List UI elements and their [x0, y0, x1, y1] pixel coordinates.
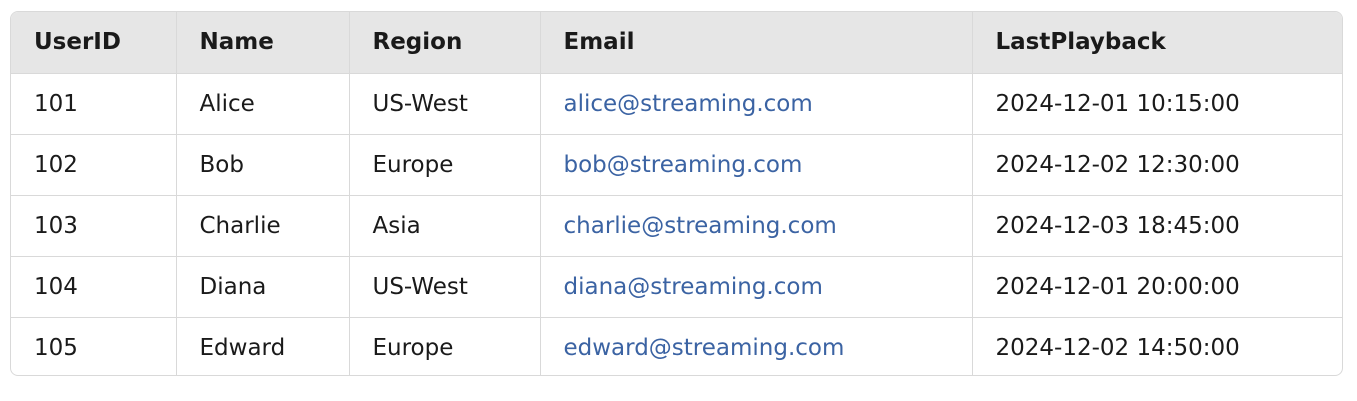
cell-region: US-West: [349, 73, 541, 135]
cell-name: Diana: [176, 256, 350, 318]
cell-lastplayback: 2024-12-01 20:00:00: [972, 256, 1342, 318]
cell-email-link[interactable]: bob@streaming.com: [540, 134, 973, 196]
cell-lastplayback: 2024-12-02 12:30:00: [972, 134, 1342, 196]
data-table: UserID Name Region Email LastPlayback 10…: [11, 12, 1342, 375]
cell-name: Charlie: [176, 195, 350, 257]
cell-lastplayback: 2024-12-02 14:50:00: [995, 334, 1240, 361]
cell-userid: 101: [11, 73, 177, 135]
column-header-region: Region: [349, 12, 541, 74]
cell-email-link[interactable]: alice@streaming.com: [540, 73, 973, 135]
cell-region: Asia: [349, 195, 541, 257]
cell-lastplayback: 2024-12-01 10:15:00: [972, 73, 1342, 135]
cell-lastplayback: 2024-12-03 18:45:00: [972, 195, 1342, 257]
cell-name: Alice: [176, 73, 350, 135]
cell-region: US-West: [349, 256, 541, 318]
cell-name: Edward: [176, 317, 350, 375]
header-row: UserID Name Region Email LastPlayback: [11, 12, 1342, 74]
table-row: 104 Diana US-West diana@streaming.com 20…: [11, 256, 1342, 318]
cell-userid: 104: [11, 256, 177, 318]
table-row: 105 Edward Europe edward@streaming.com 2…: [11, 317, 1342, 375]
cell-email-link[interactable]: edward@streaming.com: [540, 317, 973, 375]
cell-region: Europe: [349, 317, 541, 375]
table-header: UserID Name Region Email LastPlayback: [11, 12, 1342, 74]
table-row: 101 Alice US-West alice@streaming.com 20…: [11, 73, 1342, 135]
cell-userid: 102: [11, 134, 177, 196]
users-table: UserID Name Region Email LastPlayback 10…: [10, 11, 1343, 376]
cell-userid: 103: [11, 195, 177, 257]
cell-email-link[interactable]: diana@streaming.com: [540, 256, 973, 318]
column-header-userid: UserID: [11, 12, 177, 74]
column-header-name: Name: [176, 12, 350, 74]
cell-name: Bob: [176, 134, 350, 196]
cell-region: Europe: [349, 134, 541, 196]
column-header-lastplayback: LastPlayback: [972, 12, 1342, 74]
table-row: 103 Charlie Asia charlie@streaming.com 2…: [11, 195, 1342, 257]
cell-email-link[interactable]: charlie@streaming.com: [540, 195, 973, 257]
table-body: 101 Alice US-West alice@streaming.com 20…: [11, 73, 1342, 375]
column-header-email: Email: [540, 12, 973, 74]
table-row: 102 Bob Europe bob@streaming.com 2024-12…: [11, 134, 1342, 196]
cell-userid: 105: [11, 317, 177, 375]
